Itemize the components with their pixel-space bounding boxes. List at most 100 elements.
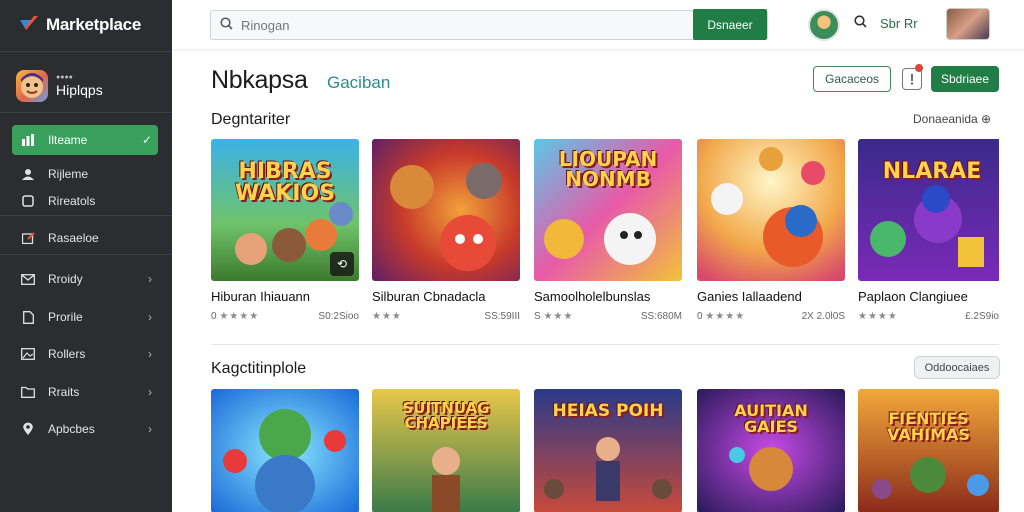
game-thumbnail[interactable]: FIENTIES VAHIMAS — [858, 389, 999, 512]
star-icon: ★★★★ — [219, 311, 260, 322]
sidebar-item-label: Apbcbes — [48, 422, 95, 436]
game-title[interactable]: Samoolholelbunslas — [534, 289, 682, 304]
user-icon — [20, 167, 36, 181]
game-meta: S ★★★ SS:680M — [534, 311, 682, 322]
game-thumbnail[interactable] — [697, 139, 845, 281]
sidebar-profile[interactable]: ●●●● Hiplqps — [16, 70, 103, 102]
game-thumbnail[interactable]: NLARAE — [858, 139, 1006, 281]
game-card[interactable]: LIOUPAN NONMB Samoolholelbunslas S ★★★ SS… — [534, 139, 682, 322]
location-icon — [20, 422, 36, 436]
game-thumbnail[interactable]: AUITIAN GAIES — [697, 389, 845, 512]
game-price: £.2S9io — [965, 311, 999, 322]
brand[interactable]: Marketplace — [18, 12, 141, 38]
game-price: SS:680M — [640, 311, 682, 322]
game-card[interactable]: HEIAS POIH — [534, 389, 682, 512]
rating: ★★★ — [372, 311, 402, 322]
image-icon — [20, 347, 36, 361]
game-title[interactable]: Ganies Iallaadend — [697, 289, 845, 304]
game-art-title: HEIAS POIH — [552, 401, 664, 421]
sidebar-item-rroidy[interactable]: Rroidy › — [12, 264, 158, 294]
page-subtitle[interactable]: Gaciban — [327, 73, 390, 93]
chevron-down-icon: ✓ — [141, 133, 152, 147]
primary-button[interactable]: Sbdriaee — [931, 66, 999, 92]
sidebar-item-label: Ilteame — [48, 133, 88, 147]
game-card[interactable]: Ganies Iallaadend 0 ★★★★ 2X 2.0l0S — [697, 139, 845, 322]
game-art-title: FIENTIES VAHIMAS — [887, 409, 970, 444]
page-title: Nbkapsa — [211, 66, 308, 94]
sidebar-item-label: Rollers — [48, 347, 86, 361]
search-input[interactable] — [241, 11, 767, 39]
top-bar: Dsnaeer Sbr Rr — [172, 0, 1024, 50]
game-meta: 0 ★★★★ 2X 2.0l0S — [697, 311, 845, 322]
game-title[interactable]: Silburan Cbnadacla — [372, 289, 520, 304]
game-card[interactable] — [211, 389, 359, 512]
sidebar-item-rireatols[interactable]: Rireatols — [12, 186, 158, 216]
section-button[interactable]: Oddoocaiaes — [914, 356, 1000, 379]
avatar[interactable] — [808, 9, 840, 41]
game-card[interactable]: SUITNUAG CHAPIEES — [372, 389, 520, 512]
mail-icon — [20, 272, 36, 286]
avatar-face-icon — [21, 73, 43, 98]
star-icon: ★★★★ — [858, 311, 898, 322]
game-card[interactable]: AUITIAN GAIES — [697, 389, 845, 512]
top-link[interactable]: Sbr Rr — [880, 16, 918, 31]
game-meta: 0 ★★★★ S0:2Sioo — [211, 311, 359, 322]
app-name: Marketplace — [46, 15, 141, 34]
sidebar-item-ilteame[interactable]: Ilteame ✓ — [12, 125, 158, 155]
profile-name: Hiplqps — [56, 82, 103, 98]
profile-subtitle: ●●●● — [56, 74, 73, 81]
search-box[interactable] — [210, 10, 768, 40]
see-all-link[interactable]: Donaeanida ⊕ — [913, 112, 991, 126]
game-card[interactable]: Silburan Cbnadacla ★★★ SS:59III — [372, 139, 520, 322]
search-button[interactable]: Dsnaeer — [693, 9, 767, 40]
search-icon[interactable] — [854, 15, 867, 31]
game-price: 2X 2.0l0S — [801, 311, 845, 322]
play-icon[interactable]: ⟲ — [330, 252, 354, 276]
sidebar-item-label: Rasaeloe — [48, 231, 99, 245]
sidebar-item-label: Rraits — [48, 385, 80, 399]
chevron-right-icon: › — [148, 385, 152, 399]
sidebar-item-label: Prorile — [48, 310, 83, 324]
game-thumbnail[interactable]: LIOUPAN NONMB — [534, 139, 682, 281]
sidebar: Marketplace ●●●● Hiplqps Ilteame ✓ Rijle… — [0, 0, 172, 512]
sidebar-item-prorile[interactable]: Prorile › — [12, 302, 158, 332]
game-title[interactable]: Hiburan Ihiauann — [211, 289, 359, 304]
user-avatar[interactable] — [946, 8, 990, 40]
sidebar-item-rraits[interactable]: Rraits › — [12, 377, 158, 407]
rating: S ★★★ — [534, 311, 574, 322]
game-title[interactable]: Paplaon Clangiuee — [858, 289, 1006, 304]
sidebar-item-rollers[interactable]: Rollers › — [12, 339, 158, 369]
game-card[interactable]: NLARAE Paplaon Clangiuee ★★★★ £.2S9io — [858, 139, 1006, 322]
section-title: Degntariter — [211, 111, 291, 128]
sidebar-divider — [0, 112, 172, 113]
search-icon — [211, 17, 241, 33]
game-art-title: AUITIAN GAIES — [734, 401, 808, 436]
chevron-right-icon: › — [148, 422, 152, 436]
sidebar-item-label: Rijleme — [48, 167, 89, 181]
section-title: Kagctitinplole — [211, 360, 307, 377]
star-icon: ★★★ — [372, 311, 402, 322]
game-thumbnail[interactable]: HIBRAS WAKIOS ⟲ — [211, 139, 359, 281]
game-thumbnail[interactable] — [372, 139, 520, 281]
rating: ★★★★ — [858, 311, 898, 322]
game-art-title: SUITNUAG CHAPIEES — [402, 399, 490, 432]
game-art-title: LIOUPAN NONMB — [558, 147, 658, 191]
file-icon — [20, 310, 36, 324]
rating: 0 ★★★★ — [211, 311, 260, 322]
marketplace-logo-icon — [20, 16, 38, 30]
game-thumbnail[interactable]: SUITNUAG CHAPIEES — [372, 389, 520, 512]
game-thumbnail[interactable]: HEIAS POIH — [534, 389, 682, 512]
folder-icon — [20, 385, 36, 399]
game-card[interactable]: FIENTIES VAHIMAS — [858, 389, 1006, 512]
game-price: S0:2Sioo — [318, 311, 359, 322]
sidebar-item-label: Rireatols — [48, 194, 96, 208]
document-icon — [20, 194, 36, 208]
secondary-button[interactable]: Gacaceos — [813, 66, 891, 92]
game-art-title: HIBRAS WAKIOS — [234, 159, 336, 206]
game-thumbnail[interactable] — [211, 389, 359, 512]
chevron-right-icon: › — [148, 310, 152, 324]
sidebar-item-rijleme[interactable]: Rijleme — [12, 159, 158, 189]
sidebar-item-rasaeloe[interactable]: Rasaeloe — [12, 223, 158, 253]
sidebar-item-apbcbes[interactable]: Apbcbes › — [12, 414, 158, 444]
game-card[interactable]: HIBRAS WAKIOS ⟲ Hiburan Ihiauann 0 ★★★★ S… — [211, 139, 359, 322]
